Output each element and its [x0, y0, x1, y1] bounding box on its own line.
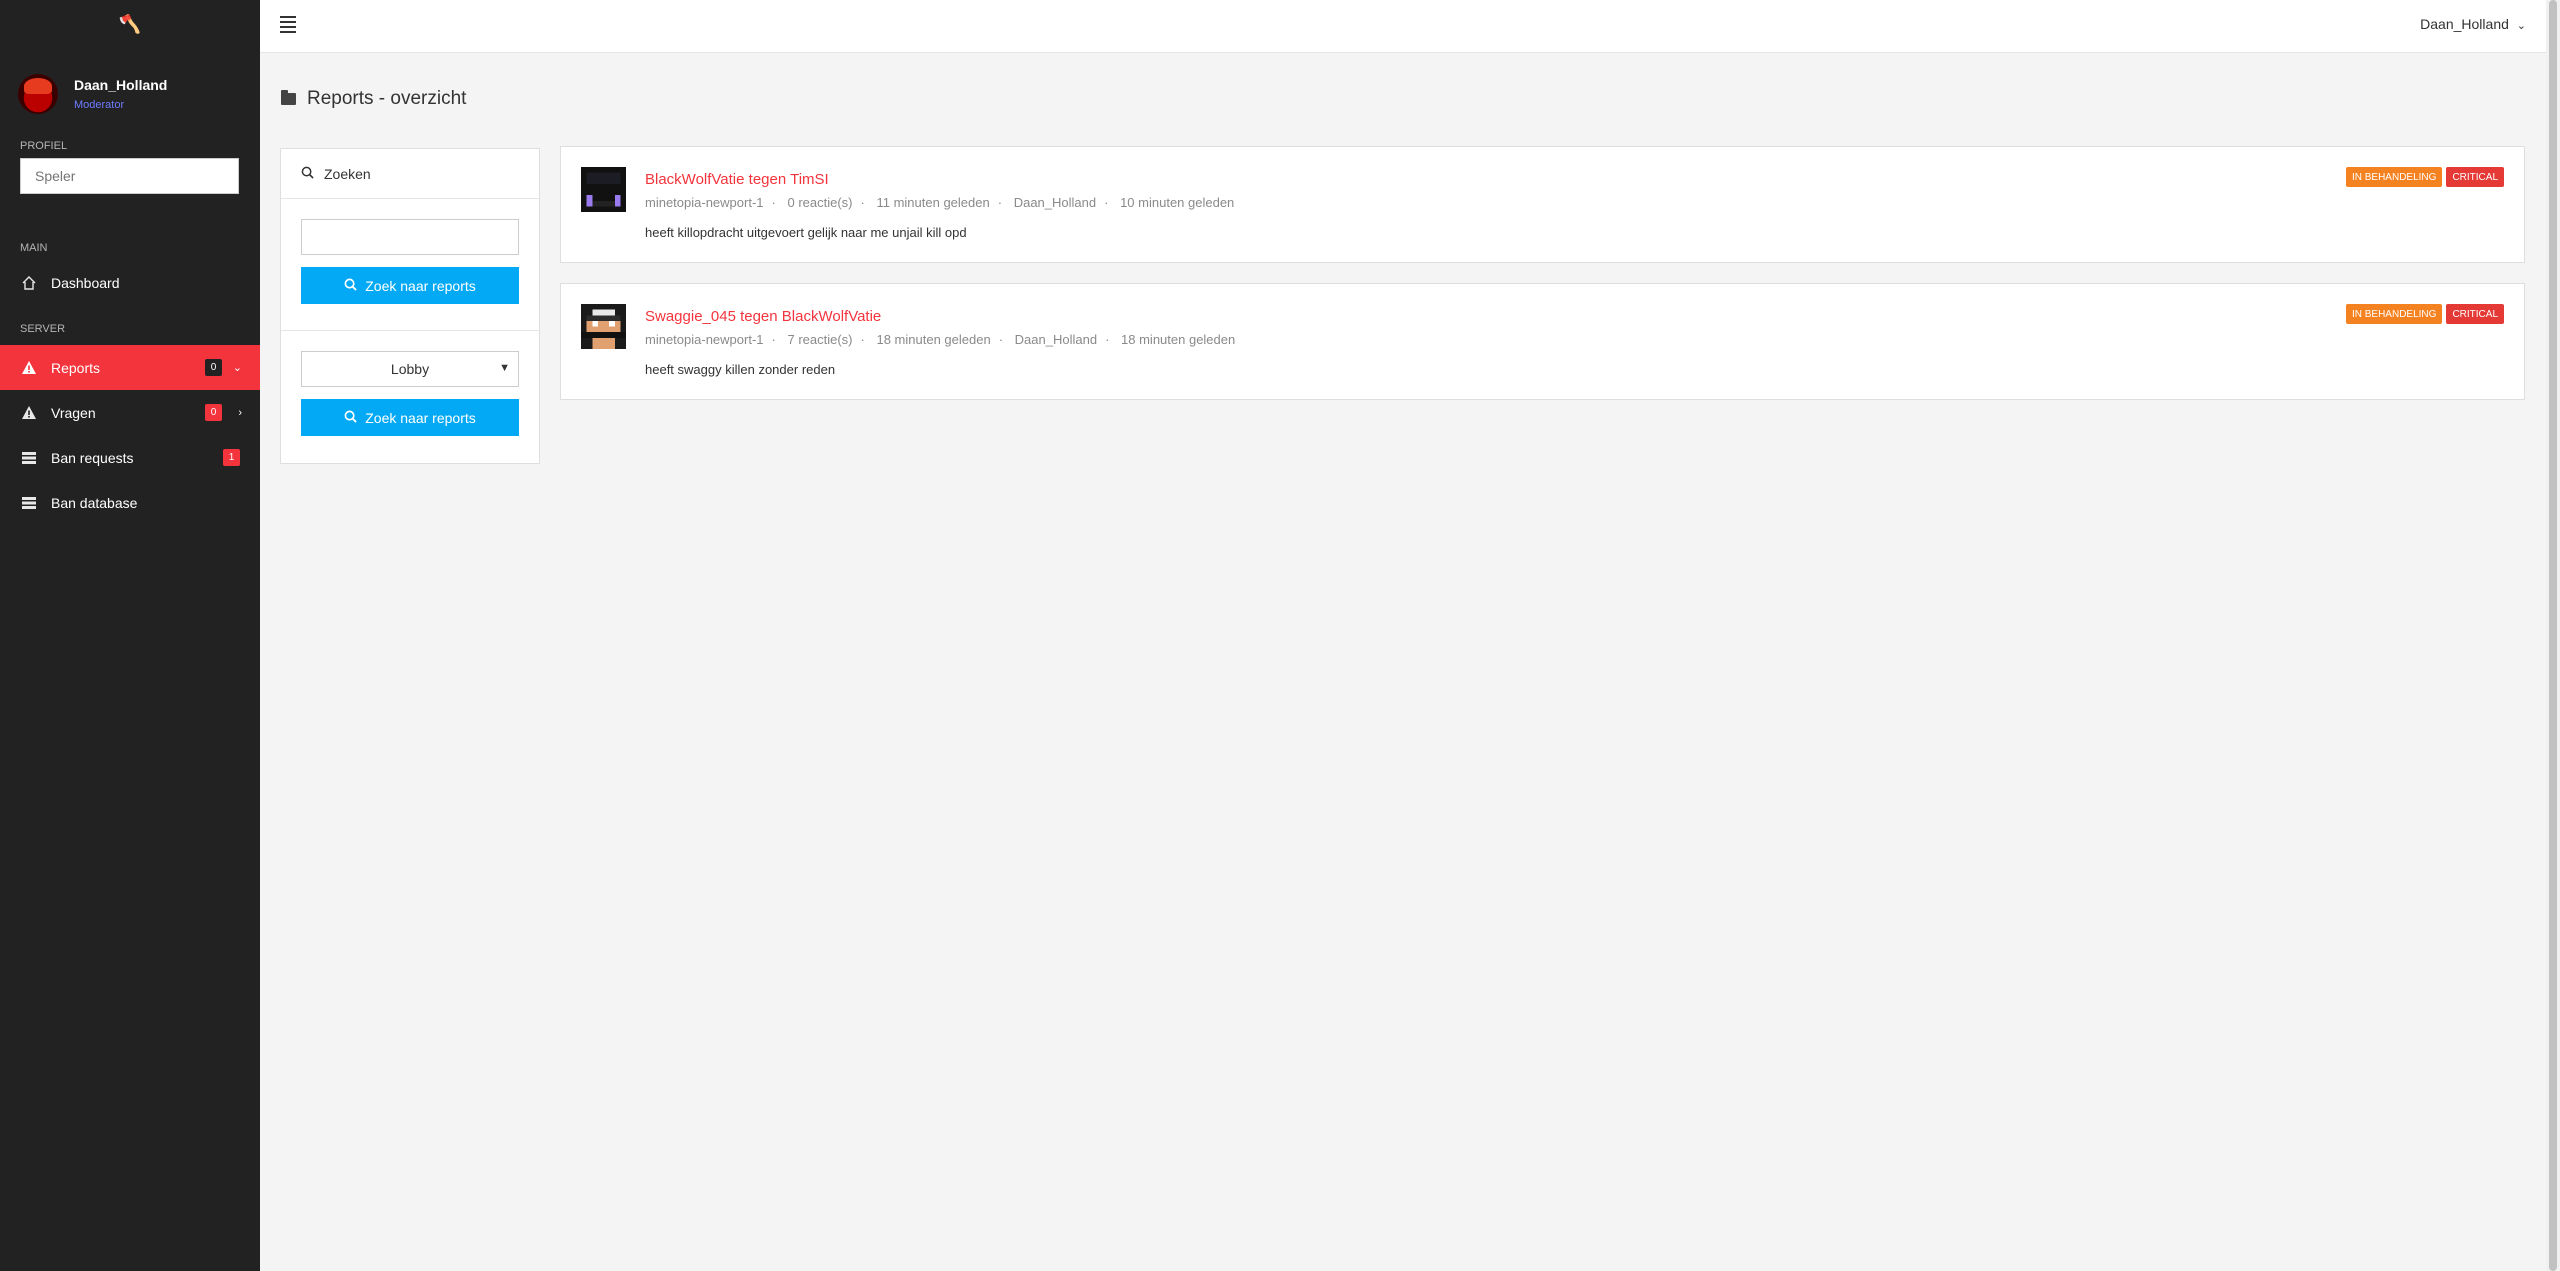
report-updated: 10 minuten geleden: [1120, 195, 1235, 210]
sidebar-item-ban-database[interactable]: Ban database: [0, 480, 260, 525]
section-label-server: SERVER: [20, 323, 66, 335]
search-panel-header: Zoeken: [281, 149, 539, 199]
report-title-link[interactable]: Swaggie_045 tegen BlackWolfVatie: [645, 308, 881, 325]
page-title-text: Reports - overzicht: [307, 88, 467, 109]
report-reactions: 0 reactie(s): [787, 195, 853, 210]
user-role: Moderator: [74, 99, 125, 111]
report-body: heeft swaggy killen zonder reden: [645, 362, 836, 377]
user-box: Daan_Holland Moderator: [0, 48, 260, 118]
sidebar-item-label: Ban database: [51, 494, 138, 511]
server-select[interactable]: Lobby ▼: [301, 351, 519, 387]
report-updated: 18 minuten geleden: [1121, 332, 1236, 347]
server-select-value: Lobby: [390, 361, 430, 377]
section-label-main: MAIN: [20, 242, 48, 254]
section-label-profiel: PROFIEL: [20, 140, 68, 152]
sidebar-item-label: Vragen: [51, 404, 96, 421]
sidebar: 🪓 Daan_Holland Moderator PROFIEL MAIN Da…: [0, 0, 260, 1271]
database-icon: [20, 449, 38, 467]
warning-icon: [20, 404, 38, 422]
search-panel: Zoeken Zoek naar reports Lobby ▼ Zoek na…: [280, 148, 540, 464]
search-reports-button-label: Zoek naar reports: [365, 409, 476, 426]
priority-badge: CRITICAL: [2446, 304, 2504, 324]
user-menu[interactable]: Daan_Holland ⌄: [2420, 16, 2526, 32]
topbar: Daan_Holland ⌄: [260, 0, 2546, 53]
sidebar-item-label: Dashboard: [51, 274, 120, 291]
home-icon: [20, 274, 38, 292]
report-created: 18 minuten geleden: [876, 332, 991, 347]
search-icon: [344, 410, 357, 426]
priority-badge: CRITICAL: [2446, 167, 2504, 187]
search-reports-button[interactable]: Zoek naar reports: [301, 267, 519, 304]
player-avatar: [581, 304, 626, 349]
search-reports-button-label: Zoek naar reports: [365, 277, 476, 294]
database-icon: [20, 494, 38, 512]
report-handler: Daan_Holland: [1014, 332, 1098, 347]
player-avatar: [581, 167, 626, 212]
chevron-down-icon: ⌄: [232, 362, 242, 374]
speler-input[interactable]: [20, 158, 239, 194]
chevron-down-icon: ▼: [499, 362, 510, 374]
search-panel-title: Zoeken: [324, 165, 371, 182]
report-server: minetopia-newport-1: [645, 195, 764, 210]
chevron-down-icon: ⌄: [2516, 20, 2526, 32]
report-card: BlackWolfVatie tegen TimSI minetopia-new…: [560, 146, 2525, 263]
report-handler: Daan_Holland: [1013, 195, 1097, 210]
reports-count-badge: 0: [205, 359, 222, 376]
ban-requests-count-badge: 1: [223, 449, 240, 466]
report-title-link[interactable]: BlackWolfVatie tegen TimSI: [645, 171, 829, 188]
avatar: [18, 74, 58, 114]
vragen-count-badge: 0: [205, 404, 222, 421]
folder-icon: [281, 90, 296, 105]
user-menu-label: Daan_Holland: [2420, 16, 2509, 32]
report-body: heeft killopdracht uitgevoert gelijk naa…: [645, 225, 967, 240]
warning-icon: [20, 359, 38, 377]
report-meta: minetopia-newport-1 · 0 reactie(s) · 11 mi…: [645, 195, 1235, 210]
status-badge: IN BEHANDELING: [2345, 167, 2443, 187]
sidebar-item-vragen[interactable]: Vragen 0 ›: [0, 390, 260, 435]
report-created: 11 minuten geleden: [876, 195, 990, 210]
report-reactions: 7 reactie(s): [787, 332, 853, 347]
sidebar-item-ban-requests[interactable]: Ban requests 1: [0, 435, 260, 480]
report-server: minetopia-newport-1: [645, 332, 764, 347]
search-icon: [344, 278, 357, 294]
sidebar-item-dashboard[interactable]: Dashboard: [0, 260, 260, 305]
menu-toggle-icon[interactable]: [280, 16, 296, 33]
chevron-right-icon: ›: [238, 406, 242, 419]
scrollbar-thumb[interactable]: [2549, 0, 2557, 1271]
page-title: Reports - overzicht: [281, 88, 466, 110]
search-input[interactable]: [301, 219, 519, 255]
report-card: Swaggie_045 tegen BlackWolfVatie minetop…: [560, 283, 2525, 400]
sidebar-item-reports[interactable]: Reports 0 ⌄: [0, 345, 260, 390]
sidebar-item-label: Ban requests: [51, 449, 134, 466]
status-badge: IN BEHANDELING: [2345, 304, 2443, 324]
search-reports-by-server-button[interactable]: Zoek naar reports: [301, 399, 519, 436]
sidebar-item-label: Reports: [51, 359, 101, 376]
logo-icon[interactable]: 🪓: [0, 0, 260, 48]
page-scrollbar[interactable]: [2546, 0, 2560, 1271]
search-icon: [301, 166, 314, 182]
user-name: Daan_Holland: [74, 77, 168, 93]
report-meta: minetopia-newport-1 · 7 reactie(s) · 18 mi…: [645, 332, 1236, 347]
